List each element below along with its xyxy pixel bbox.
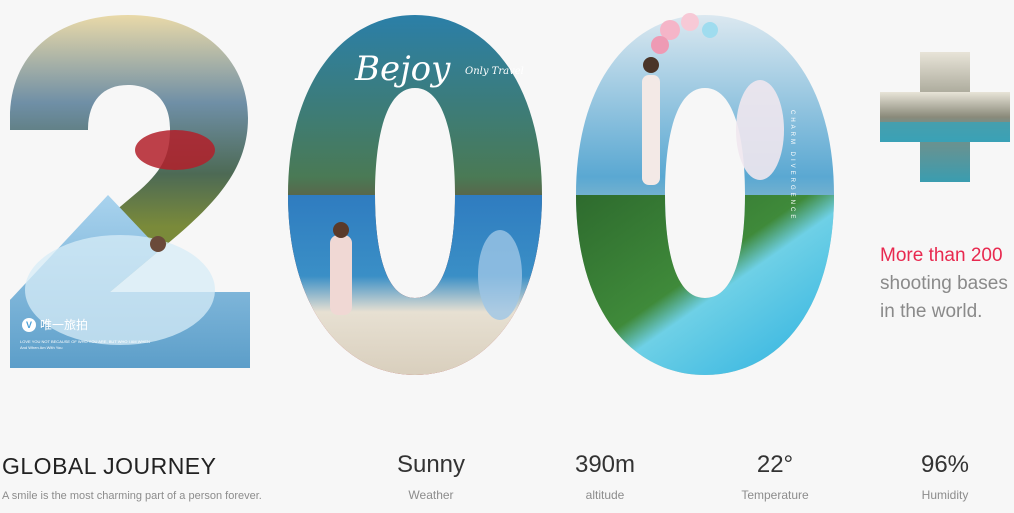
script-caption: Bejoy bbox=[354, 49, 451, 89]
side-description: More than 200 shooting bases in the worl… bbox=[880, 242, 1014, 326]
script-caption-small: Only Travel bbox=[465, 66, 524, 77]
stat-value: 96% bbox=[920, 451, 970, 478]
footer-heading-block: GLOBAL JOURNEY A smile is the most charm… bbox=[2, 452, 262, 502]
footer-title: GLOBAL JOURNEY bbox=[2, 453, 217, 479]
hero-graphic: Bejoy Only Travel CHARM DIVERGENCE V 唯一旅… bbox=[0, 0, 1014, 390]
stat-value: 390m bbox=[574, 451, 636, 478]
stat-value: 22° bbox=[756, 451, 794, 478]
stat-humidity: 96% Humidity bbox=[895, 450, 995, 502]
digit-zero-second bbox=[576, 13, 834, 375]
stat-weather: Sunny Weather bbox=[381, 450, 481, 502]
stat-label: Temperature bbox=[741, 488, 809, 502]
stat-value: Sunny bbox=[396, 451, 466, 478]
brand-tagline-line2: And When Am With You bbox=[20, 345, 63, 350]
digit-zero-first: Bejoy Only Travel bbox=[288, 15, 542, 375]
vertical-caption: CHARM DIVERGENCE bbox=[789, 110, 795, 222]
stat-temperature: 22° Temperature bbox=[725, 450, 825, 502]
hero-200-artwork: Bejoy Only Travel bbox=[10, 13, 1010, 375]
stat-label: Humidity bbox=[921, 488, 969, 502]
side-highlight: More than 200 bbox=[880, 245, 1003, 266]
plus-symbol bbox=[880, 52, 1010, 182]
brand-mark-icon: V bbox=[22, 317, 36, 332]
stat-altitude: 390m altitude bbox=[555, 450, 655, 502]
brand-logo: V 唯一旅拍 bbox=[22, 316, 88, 333]
stat-label: Weather bbox=[408, 488, 454, 502]
brand-name: 唯一旅拍 bbox=[40, 318, 89, 332]
brand-tagline: LOVE YOU NOT BECAUSE OF WHO YOU ARE, BUT… bbox=[20, 339, 200, 351]
side-rest: shooting bases in the world. bbox=[880, 273, 1008, 322]
footer-subtitle: A smile is the most charming part of a p… bbox=[2, 490, 262, 502]
stat-label: altitude bbox=[585, 488, 625, 502]
